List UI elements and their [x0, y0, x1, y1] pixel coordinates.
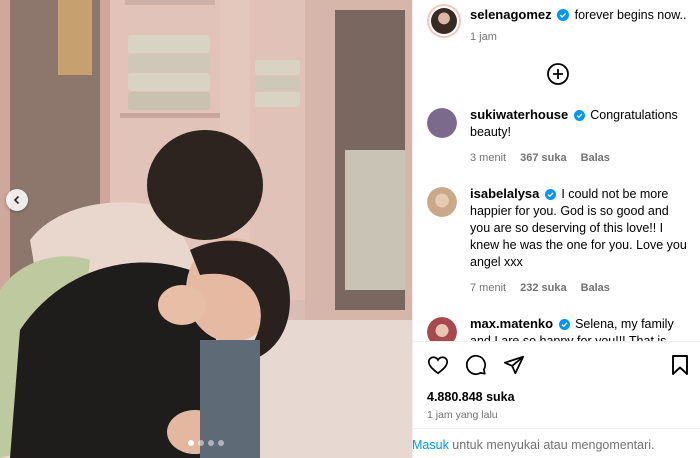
carousel-dot [198, 440, 204, 446]
login-prompt: Masuk untuk menyukai atau mengomentari. [412, 428, 700, 452]
post-photo[interactable] [0, 0, 412, 458]
verified-icon [557, 9, 570, 21]
previous-slide-button[interactable] [6, 189, 28, 211]
reply-button[interactable]: Balas [581, 150, 610, 167]
login-prompt-text: untuk menyukai atau mengomentari. [448, 438, 655, 452]
carousel-indicator [0, 440, 412, 446]
comment-item: sukiwaterhouse Congratulations beauty! 3… [427, 106, 700, 167]
heart-icon [427, 356, 449, 375]
share-button[interactable] [503, 354, 525, 379]
carousel-dot [188, 440, 194, 446]
commenter-username[interactable]: isabelalysa [470, 186, 539, 201]
caption-time: 1 jam [470, 31, 497, 43]
verified-icon [558, 319, 570, 330]
comment-list[interactable]: sukiwaterhouse Congratulations beauty! 3… [427, 106, 700, 342]
comment-likes[interactable]: 232 suka [520, 280, 566, 297]
like-count[interactable]: 4.880.848 suka [427, 390, 515, 404]
commenter-username[interactable]: max.matenko [470, 316, 553, 331]
verified-icon [544, 189, 556, 200]
author-avatar[interactable] [427, 4, 461, 38]
commenter-avatar[interactable] [427, 317, 457, 342]
commenter-avatar[interactable] [427, 187, 457, 217]
bookmark-icon [672, 355, 688, 375]
comment-time: 3 menit [470, 152, 507, 164]
chevron-left-icon [13, 195, 20, 205]
verified-icon [573, 110, 585, 121]
author-username[interactable]: selenagomez [470, 7, 552, 22]
commenter-username[interactable]: sukiwaterhouse [470, 107, 568, 122]
post-actions: 4.880.848 suka 1 jam yang lalu Masuk unt… [412, 341, 700, 458]
comment-likes[interactable]: 367 suka [520, 150, 566, 167]
engagement-photo [0, 0, 412, 458]
share-icon [503, 355, 525, 375]
comment-icon [465, 354, 486, 375]
plus-circle-icon[interactable] [546, 62, 570, 86]
comment-item: max.matenko Selena, my family and I are … [427, 315, 700, 342]
carousel-dot [218, 440, 224, 446]
comment-button[interactable] [465, 354, 487, 379]
carousel-dot [208, 440, 214, 446]
post-caption: selenagomez forever begins now.. 1 jam [427, 4, 697, 43]
reply-button[interactable]: Balas [581, 280, 610, 297]
comment-item: isabelalysa I could not be more happier … [427, 185, 700, 297]
caption-text: forever begins now.. [574, 8, 687, 22]
commenter-avatar[interactable] [427, 108, 457, 138]
instagram-post: selenagomez forever begins now.. 1 jam s… [0, 0, 700, 458]
comment-time: 7 menit [470, 282, 507, 294]
login-link[interactable]: Masuk [412, 438, 449, 452]
like-button[interactable] [427, 354, 449, 379]
post-sidebar: selenagomez forever begins now.. 1 jam s… [412, 0, 700, 458]
post-timestamp: 1 jam yang lalu [427, 409, 498, 421]
save-button[interactable] [670, 354, 690, 379]
